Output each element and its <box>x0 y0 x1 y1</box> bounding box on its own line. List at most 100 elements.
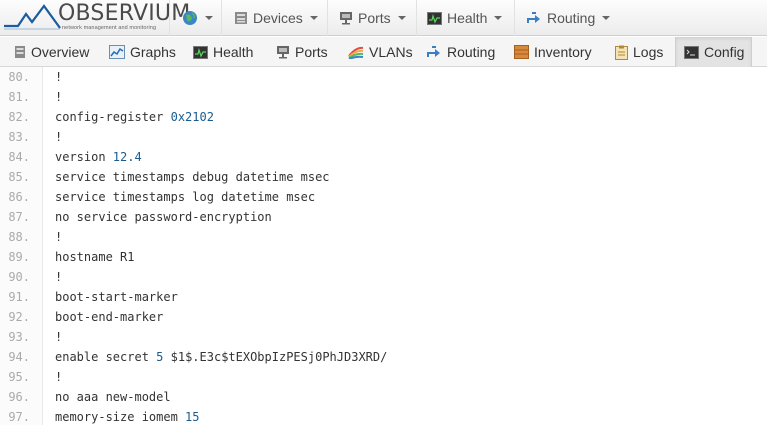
config-line: 84. version 12.4 <box>0 147 767 167</box>
network-port-icon <box>277 46 289 59</box>
tab-routing[interactable]: Routing <box>426 37 495 67</box>
line-number: 91. <box>8 290 30 304</box>
tab-logs-label: Logs <box>633 44 664 60</box>
config-line: 83. ! <box>0 127 767 147</box>
clipboard-icon <box>615 45 628 60</box>
nav-health-label: Health <box>447 10 488 26</box>
config-text: no service password-encryption <box>55 210 272 224</box>
config-text: no aaa new-model <box>55 390 171 404</box>
config-line: 96. no aaa new-model <box>0 387 767 407</box>
line-number: 82. <box>8 110 30 124</box>
config-text: ! <box>55 270 63 284</box>
server-icon <box>235 12 247 24</box>
config-text: ! <box>55 70 63 84</box>
line-number: 80. <box>8 70 30 84</box>
network-port-icon <box>340 12 352 25</box>
config-value: 15 <box>185 410 200 424</box>
config-line: 91. boot-start-marker <box>0 287 767 307</box>
nav-devices-label: Devices <box>253 10 303 26</box>
config-line: 94. enable secret 5 $1$.E3c$tEXObpIzPESj… <box>0 347 767 367</box>
logo-mountain-icon <box>4 4 61 30</box>
nav-devices[interactable]: Devices <box>221 0 327 36</box>
tab-ports-label: Ports <box>295 44 328 60</box>
config-line: 90. ! <box>0 267 767 287</box>
config-text: memory-size iomem 15 <box>55 410 200 424</box>
line-number: 97. <box>8 410 30 424</box>
config-value: 12.4 <box>112 150 142 164</box>
config-line: 92. boot-end-marker <box>0 307 767 327</box>
terminal-icon <box>684 45 699 59</box>
config-line: 89. hostname R1 <box>0 247 767 267</box>
config-value: 0x2102 <box>170 110 214 124</box>
config-text: version 12.4 <box>55 150 142 164</box>
line-number: 90. <box>8 270 30 284</box>
tab-routing-label: Routing <box>447 44 496 60</box>
observium-logo[interactable]: OBSERVIUM network management and monitor… <box>0 0 190 36</box>
line-number: 94. <box>8 350 30 364</box>
routing-arrows-icon <box>427 46 440 57</box>
config-line: 93. ! <box>0 327 767 347</box>
line-number: 96. <box>8 390 30 404</box>
tab-graphs[interactable]: Graphs <box>109 37 176 67</box>
graph-icon <box>109 45 125 59</box>
tab-logs[interactable]: Logs <box>615 37 663 67</box>
health-monitor-icon <box>193 45 208 59</box>
config-line: 95. ! <box>0 367 767 387</box>
config-text: hostname R1 <box>55 250 135 264</box>
inventory-box-icon <box>514 45 529 59</box>
line-number: 85. <box>8 170 30 184</box>
line-number: 89. <box>8 250 30 264</box>
line-number: 92. <box>8 310 30 324</box>
health-monitor-icon <box>427 11 442 25</box>
line-number: 84. <box>8 150 30 164</box>
nav-ports[interactable]: Ports <box>327 0 416 36</box>
config-text: ! <box>55 230 63 244</box>
tab-vlans[interactable]: VLANs <box>348 37 413 67</box>
config-text: service timestamps log datetime msec <box>55 190 316 204</box>
nav-globe-menu[interactable] <box>169 0 220 36</box>
nav-health[interactable]: Health <box>416 0 514 36</box>
chevron-down-icon <box>309 16 318 20</box>
tab-config-label: Config <box>704 44 745 60</box>
globe-icon <box>183 11 197 25</box>
device-config-listing: 80. ! 81. ! 82. config-register 0x2102 8… <box>0 67 767 425</box>
tab-inventory[interactable]: Inventory <box>514 37 592 67</box>
routing-arrows-icon <box>527 12 540 23</box>
config-text: ! <box>55 130 63 144</box>
config-line: 80. ! <box>0 67 767 87</box>
chevron-down-icon <box>397 16 406 20</box>
config-line: 97. memory-size iomem 15 <box>0 407 767 425</box>
line-number: 86. <box>8 190 30 204</box>
tab-overview-label: Overview <box>31 44 90 60</box>
tab-graphs-label: Graphs <box>130 44 176 60</box>
line-number: 81. <box>8 90 30 104</box>
config-text: boot-end-marker <box>55 310 164 324</box>
device-tab-bar: Overview Graphs Health Ports VLANs Routi… <box>0 37 767 67</box>
nav-ports-label: Ports <box>358 10 391 26</box>
line-number: 87. <box>8 210 30 224</box>
config-line: 87. no service password-encryption <box>0 207 767 227</box>
config-line: 81. ! <box>0 87 767 107</box>
nav-routing-label: Routing <box>547 10 596 26</box>
config-text: ! <box>55 330 63 344</box>
line-number: 93. <box>8 330 30 344</box>
tab-health[interactable]: Health <box>193 37 253 67</box>
config-text: enable secret 5 $1$.E3c$tEXObpIzPESj0PhJ… <box>55 350 388 364</box>
config-text: config-register 0x2102 <box>55 110 214 124</box>
tab-vlans-label: VLANs <box>369 44 413 60</box>
vlan-icon <box>348 46 364 59</box>
config-line: 85. service timestamps debug datetime ms… <box>0 167 767 187</box>
config-text: ! <box>55 370 63 384</box>
line-number: 83. <box>8 130 30 144</box>
logo-tagline: network management and monitoring <box>62 25 157 31</box>
tab-ports[interactable]: Ports <box>276 37 328 67</box>
chevron-down-icon <box>602 16 611 20</box>
server-icon <box>15 46 25 58</box>
top-navbar: OBSERVIUM network management and monitor… <box>0 0 767 36</box>
tab-config[interactable]: Config <box>675 37 752 67</box>
tab-health-label: Health <box>213 44 254 60</box>
nav-routing[interactable]: Routing <box>514 0 618 36</box>
tab-overview[interactable]: Overview <box>14 37 89 67</box>
tab-inventory-label: Inventory <box>534 44 592 60</box>
config-line: 86. service timestamps log datetime msec <box>0 187 767 207</box>
